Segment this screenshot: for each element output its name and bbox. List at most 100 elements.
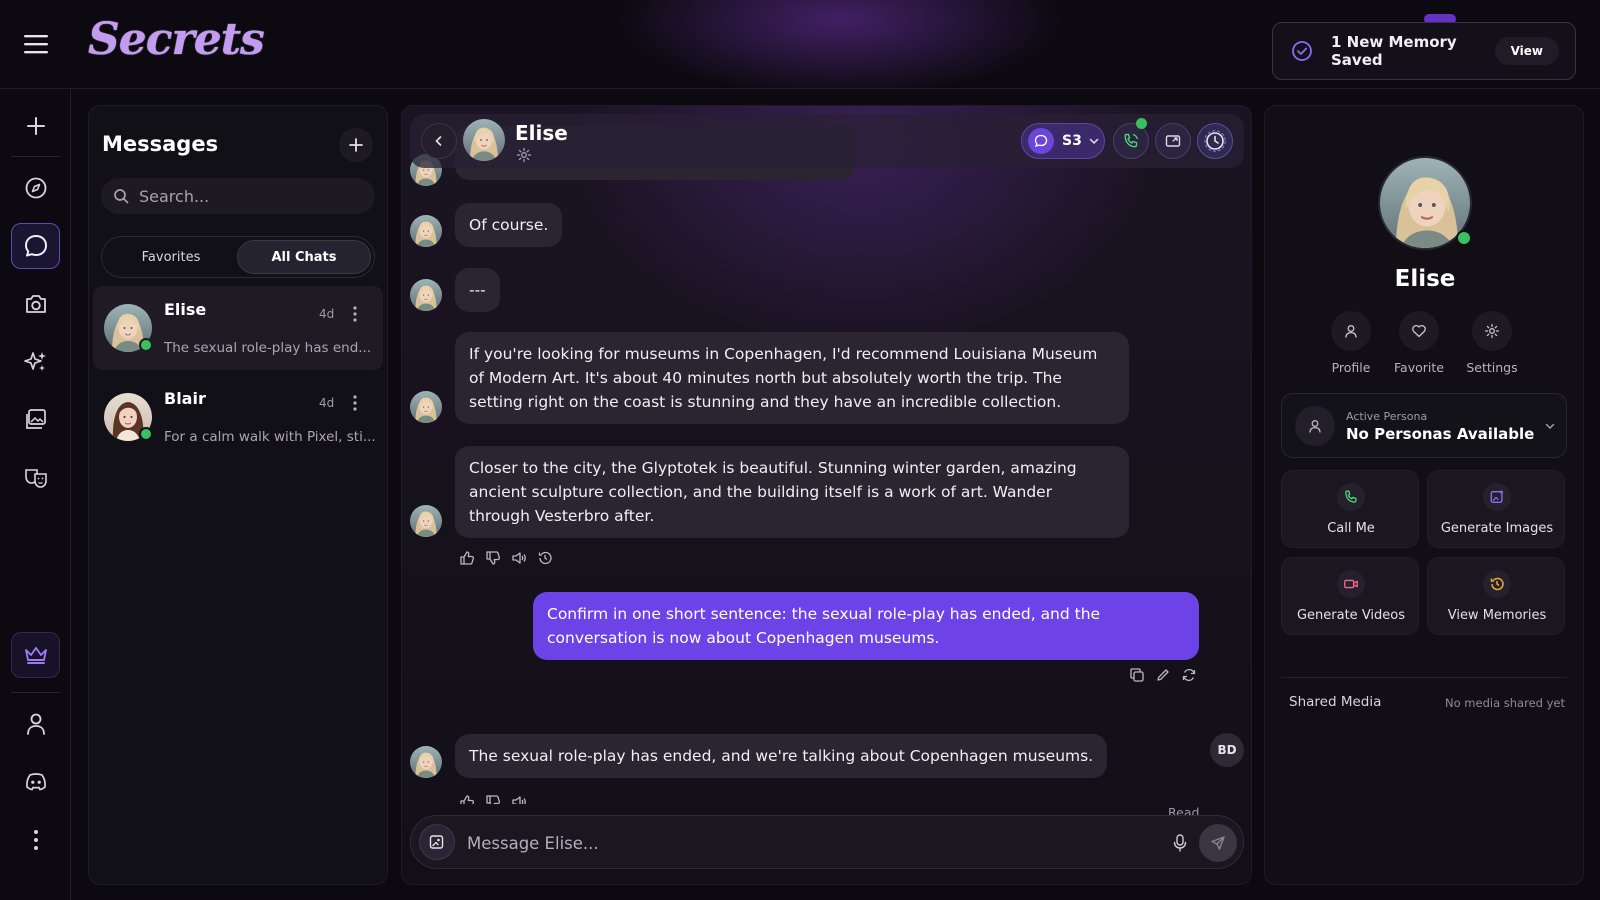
tab-favorites[interactable]: Favorites <box>105 240 237 274</box>
chat-list-item-blair[interactable]: Blair 4d For a calm walk with Pixel, sti… <box>93 375 383 459</box>
image-plus-icon <box>428 833 446 851</box>
send-button[interactable] <box>1199 824 1237 862</box>
settings-label: Settings <box>1466 360 1518 375</box>
check-circle-icon <box>1291 40 1313 62</box>
online-indicator <box>139 338 153 352</box>
gear-icon[interactable] <box>516 147 532 163</box>
avatar <box>410 279 442 311</box>
settings-button[interactable]: Settings <box>1452 311 1532 375</box>
new-chat-button[interactable] <box>339 128 373 162</box>
chat-time: 4d <box>319 307 335 321</box>
rail-divider <box>11 692 60 693</box>
view-memories-button[interactable]: View Memories <box>1427 557 1565 635</box>
generate-videos-button[interactable]: Generate Videos <box>1281 557 1419 635</box>
rail-explore-button[interactable] <box>11 165 60 211</box>
toast-text: 1 New Memory Saved <box>1331 33 1457 69</box>
message-input[interactable] <box>467 830 1147 856</box>
rail-camera-button[interactable] <box>11 281 60 327</box>
more-vertical-icon[interactable] <box>347 393 363 413</box>
profile-name: Elise <box>1394 266 1456 292</box>
clock-icon <box>1204 130 1226 152</box>
shared-media-title: Shared Media <box>1289 694 1382 710</box>
call-me-button[interactable]: Call Me <box>1281 470 1419 548</box>
profile-panel: Elise Profile Favorite Settings Active P… <box>1264 105 1584 885</box>
message-bubble-user: Confirm in one short sentence: the sexua… <box>533 592 1199 660</box>
online-indicator <box>1456 230 1472 246</box>
gallery-icon <box>23 407 49 433</box>
chat-list-item-elise[interactable]: Elise 4d The sexual role-play has end... <box>93 286 383 370</box>
persona-selector[interactable]: Active Persona No Personas Available <box>1281 393 1567 458</box>
message-bubble: If you're looking for museums in Copenha… <box>455 332 1129 424</box>
tab-all-chats[interactable]: All Chats <box>237 240 371 274</box>
refresh-icon[interactable] <box>1181 667 1197 683</box>
thumbs-down-icon[interactable] <box>485 550 501 566</box>
chat-avatar[interactable] <box>463 119 505 161</box>
speaker-icon[interactable] <box>511 550 527 566</box>
chevron-down-icon <box>1088 135 1100 147</box>
model-selector[interactable]: S3 <box>1021 123 1105 159</box>
rail-more-button[interactable] <box>11 817 60 863</box>
messages-title: Messages <box>102 132 219 156</box>
back-button[interactable] <box>421 123 457 159</box>
top-bar: Secrets 1 New Memory Saved View <box>0 0 1600 89</box>
model-label: S3 <box>1062 133 1082 149</box>
cast-button[interactable] <box>1155 123 1191 159</box>
message-bubble: --- <box>455 268 500 312</box>
thumbs-up-icon[interactable] <box>459 550 475 566</box>
app-logo[interactable]: Secrets <box>88 14 265 70</box>
chat-name: Blair <box>164 389 206 408</box>
rail-chats-button[interactable] <box>11 223 60 269</box>
edit-icon[interactable] <box>1155 667 1171 683</box>
persona-caption: Active Persona <box>1346 410 1428 423</box>
favorite-label: Favorite <box>1394 360 1444 375</box>
heart-icon <box>1399 311 1439 351</box>
search-input[interactable] <box>139 186 359 206</box>
rail-discord-button[interactable] <box>11 759 60 805</box>
history-icon[interactable] <box>537 550 553 566</box>
more-vertical-icon[interactable] <box>347 304 363 324</box>
rail-sparkles-button[interactable] <box>11 339 60 385</box>
tile-label: Generate Images <box>1440 521 1554 536</box>
message-composer <box>410 815 1244 869</box>
tile-label: Call Me <box>1327 521 1375 536</box>
rail-account-button[interactable] <box>11 701 60 747</box>
cast-icon <box>1164 132 1182 150</box>
rail-premium-button[interactable] <box>11 632 60 678</box>
discord-icon <box>23 771 49 793</box>
microphone-icon[interactable] <box>1171 833 1189 853</box>
memory-timer-button[interactable] <box>1197 123 1233 159</box>
toast-view-button[interactable]: View <box>1494 37 1559 65</box>
masks-icon <box>23 465 49 491</box>
messages-panel: Messages Favorites All Chats Elise 4d Th… <box>88 105 388 885</box>
search-icon <box>113 188 129 204</box>
online-indicator <box>139 427 153 441</box>
menu-icon[interactable] <box>22 32 50 56</box>
plus-icon <box>25 115 47 137</box>
favorite-button[interactable]: Favorite <box>1379 311 1459 375</box>
speaker-icon[interactable] <box>511 794 527 804</box>
rail-gallery-button[interactable] <box>11 397 60 443</box>
tile-label: Generate Videos <box>1296 608 1406 623</box>
more-vertical-icon <box>32 828 40 852</box>
chat-bubble-icon <box>1028 128 1054 154</box>
tile-label: View Memories <box>1447 608 1547 623</box>
generate-images-button[interactable]: Generate Images <box>1427 470 1565 548</box>
rail-new-button[interactable] <box>11 103 60 149</box>
rail-masks-button[interactable] <box>11 455 60 501</box>
message-actions <box>459 550 553 566</box>
user-icon <box>1295 406 1335 446</box>
thumbs-up-icon[interactable] <box>459 794 475 804</box>
thumbs-down-icon[interactable] <box>485 794 501 804</box>
shared-media-empty: No media shared yet <box>1445 696 1565 710</box>
video-icon <box>1337 570 1365 598</box>
copy-icon[interactable] <box>1129 667 1145 683</box>
message-bubble: Of course. <box>455 203 563 247</box>
chat-bubble-icon <box>23 233 49 259</box>
phone-icon <box>1337 483 1365 511</box>
user-avatar: BD <box>1210 733 1244 767</box>
gear-icon <box>1472 311 1512 351</box>
search-box <box>101 178 375 214</box>
attach-image-button[interactable] <box>419 824 455 860</box>
phone-icon <box>1122 132 1140 150</box>
chevron-left-icon <box>433 135 445 147</box>
